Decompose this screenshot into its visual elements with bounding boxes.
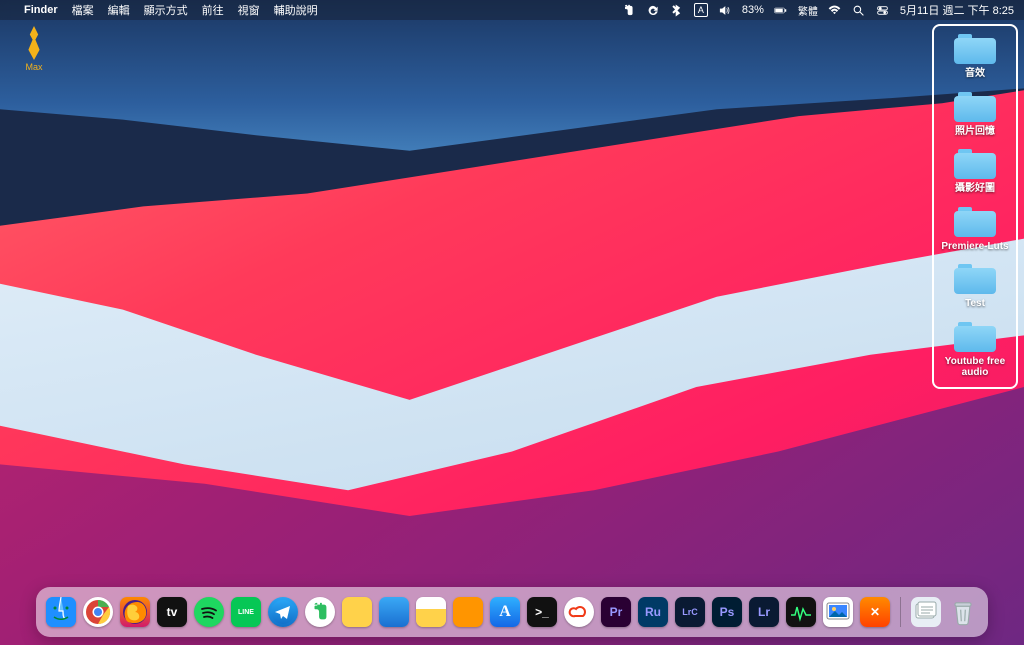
language-indicator[interactable]: 繁體 bbox=[798, 3, 818, 18]
folder-label: Test bbox=[936, 298, 1014, 310]
volume-icon[interactable] bbox=[718, 3, 732, 17]
dock-doc-stack[interactable] bbox=[911, 597, 941, 627]
app-label: Max bbox=[10, 62, 58, 72]
menu-edit[interactable]: 編輯 bbox=[108, 2, 130, 18]
battery-icon[interactable] bbox=[774, 3, 788, 17]
folder-label: 照片回憶 bbox=[936, 126, 1014, 138]
dock-preview[interactable] bbox=[823, 597, 853, 627]
app-icon bbox=[20, 26, 48, 60]
menu-file[interactable]: 檔案 bbox=[72, 2, 94, 18]
menu-window[interactable]: 視窗 bbox=[238, 2, 260, 18]
dock-stickies[interactable] bbox=[342, 597, 372, 627]
desktop-app-shortcut[interactable]: Max bbox=[10, 26, 58, 72]
dock-evernote[interactable] bbox=[305, 597, 335, 627]
dock-pages[interactable] bbox=[453, 597, 483, 627]
folder-label: 音效 bbox=[936, 68, 1014, 80]
folder-icon bbox=[954, 32, 996, 64]
bluetooth-icon[interactable] bbox=[670, 3, 684, 17]
dock-line[interactable]: LINE bbox=[231, 597, 261, 627]
menu-go[interactable]: 前往 bbox=[202, 2, 224, 18]
desktop[interactable]: Finder 檔案 編輯 顯示方式 前往 視窗 輔助說明 A 83% bbox=[0, 0, 1024, 645]
dock-timer[interactable] bbox=[379, 597, 409, 627]
dock-chrome[interactable] bbox=[83, 597, 113, 627]
dock-telegram[interactable] bbox=[268, 597, 298, 627]
input-source-indicator[interactable]: A bbox=[694, 3, 708, 17]
evernote-menubar-icon[interactable] bbox=[622, 3, 636, 17]
dock-lightroom[interactable]: Lr bbox=[749, 597, 779, 627]
dock-creative-cloud[interactable] bbox=[564, 597, 594, 627]
dock-apple-tv[interactable]: tv bbox=[157, 597, 187, 627]
folder-item[interactable]: Test bbox=[936, 262, 1014, 310]
menu-help[interactable]: 輔助說明 bbox=[274, 2, 318, 18]
dock-notes[interactable] bbox=[416, 597, 446, 627]
clock[interactable]: 5月11日 週二 下午 8:25 bbox=[900, 2, 1014, 18]
folder-label: Youtube free audio bbox=[936, 356, 1014, 379]
spotlight-icon[interactable] bbox=[852, 3, 866, 17]
dock-spotify[interactable] bbox=[194, 597, 224, 627]
dock-firefox[interactable] bbox=[120, 597, 150, 627]
dock-trash[interactable] bbox=[948, 597, 978, 627]
control-center-icon[interactable] bbox=[876, 3, 890, 17]
dock-cleanmymac[interactable]: ✕ bbox=[860, 597, 890, 627]
wifi-icon[interactable] bbox=[828, 3, 842, 17]
folder-icon bbox=[954, 147, 996, 179]
app-menu-name[interactable]: Finder bbox=[24, 4, 58, 16]
dock-photoshop[interactable]: Ps bbox=[712, 597, 742, 627]
sync-icon[interactable] bbox=[646, 3, 660, 17]
dock-separator bbox=[900, 597, 901, 627]
folder-icon bbox=[954, 205, 996, 237]
dock-app-store[interactable]: A bbox=[490, 597, 520, 627]
dock-rush[interactable]: Ru bbox=[638, 597, 668, 627]
folder-label: Premiere-Luts bbox=[936, 241, 1014, 253]
dock-terminal[interactable]: >_ bbox=[527, 597, 557, 627]
folder-item[interactable]: Premiere-Luts bbox=[936, 205, 1014, 253]
folder-icon bbox=[954, 262, 996, 294]
dock-premiere[interactable]: Pr bbox=[601, 597, 631, 627]
menu-bar: Finder 檔案 編輯 顯示方式 前往 視窗 輔助說明 A 83% bbox=[0, 0, 1024, 20]
folder-icon bbox=[954, 90, 996, 122]
battery-percent[interactable]: 83% bbox=[742, 4, 764, 16]
dock-lr-classic[interactable]: LrC bbox=[675, 597, 705, 627]
folder-icon bbox=[954, 320, 996, 352]
desktop-folders-highlight: 音效 照片回憶 攝影好圖 Premiere-Luts Test Youtube … bbox=[932, 24, 1018, 389]
dock: tv LINE A>_ PrRuLrCPsLr ✕ bbox=[36, 587, 988, 637]
folder-label: 攝影好圖 bbox=[936, 183, 1014, 195]
folder-item[interactable]: 攝影好圖 bbox=[936, 147, 1014, 195]
folder-item[interactable]: 照片回憶 bbox=[936, 90, 1014, 138]
menu-view[interactable]: 顯示方式 bbox=[144, 2, 188, 18]
dock-finder[interactable] bbox=[46, 597, 76, 627]
folder-item[interactable]: 音效 bbox=[936, 32, 1014, 80]
folder-item[interactable]: Youtube free audio bbox=[936, 320, 1014, 379]
dock-activity[interactable] bbox=[786, 597, 816, 627]
